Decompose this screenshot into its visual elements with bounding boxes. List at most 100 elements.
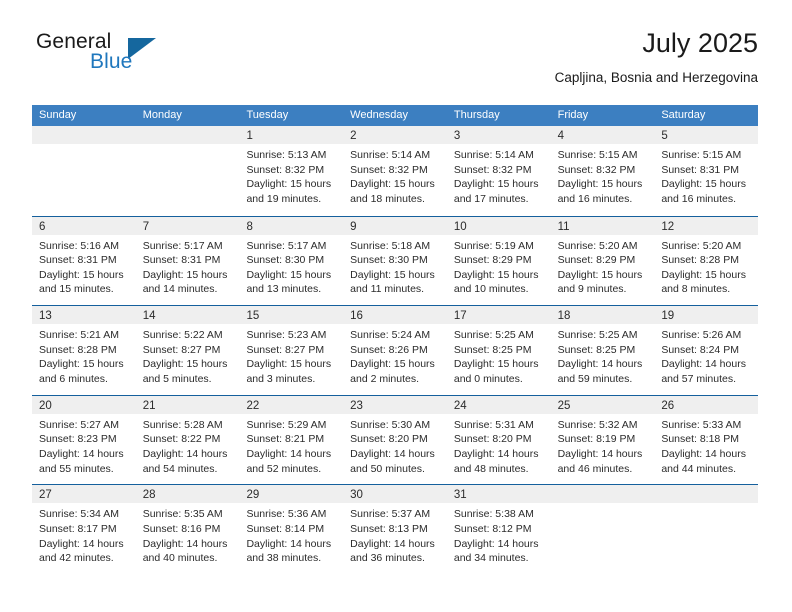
sunrise-text: Sunrise: 5:15 AM (557, 149, 638, 161)
day-number: 28 (142, 489, 156, 502)
day-number-strip: 27 (32, 485, 136, 504)
day-number-strip: 6 (32, 216, 136, 235)
day-number-strip (550, 485, 655, 504)
calendar-day-cell[interactable]: 12 Sunrise: 5:20 AM Sunset: 8:28 PM Dayligh… (654, 216, 759, 306)
sunset-text: Sunset: 8:21 PM (246, 433, 325, 446)
calendar-day-cell[interactable]: 9 Sunrise: 5:18 AM Sunset: 8:30 PM Daylight… (343, 216, 447, 306)
calendar-day-cell[interactable]: 21 Sunrise: 5:28 AM Sunset: 8:22 PM Dayligh… (135, 395, 240, 485)
daylight-text-line2: and 3 minutes. (246, 372, 316, 385)
sunrise-text: Sunrise: 5:20 AM (557, 239, 638, 252)
day-number-strip: 1 (239, 126, 344, 144)
weekday-header-sunday: Sunday (39, 109, 77, 121)
day-sun-info: Sunrise: 5:15 AM Sunset: 8:31 PM Daylight:… (654, 144, 758, 206)
sunset-text: Sunset: 8:26 PM (350, 343, 428, 356)
calendar-day-cell[interactable]: 23 Sunrise: 5:30 AM Sunset: 8:20 PM Dayligh… (343, 395, 447, 485)
calendar-day-cell-empty (135, 126, 240, 216)
general-blue-logo[interactable]: General Blue (32, 30, 232, 86)
calendar-day-cell[interactable]: 25 Sunrise: 5:32 AM Sunset: 8:19 PM Dayligh… (550, 395, 655, 485)
calendar-day-cell[interactable]: 22 Sunrise: 5:29 AM Sunset: 8:21 PM Dayligh… (239, 395, 344, 485)
sunset-text: Sunset: 8:30 PM (350, 254, 428, 267)
daylight-text-line2: and 2 minutes. (350, 372, 420, 385)
sunset-text: Sunset: 8:28 PM (661, 254, 739, 267)
calendar-day-cell[interactable]: 8 Sunrise: 5:17 AM Sunset: 8:30 PM Daylight… (239, 216, 344, 306)
calendar-day-cell[interactable]: 28 Sunrise: 5:35 AM Sunset: 8:16 PM Dayligh… (135, 485, 240, 574)
sunset-text: Sunset: 8:28 PM (39, 343, 117, 356)
day-number: 9 (350, 220, 357, 233)
calendar-day-cell[interactable]: 3 Sunrise: 5:14 AM Sunset: 8:32 PM Daylight… (446, 126, 551, 216)
day-number-strip: 25 (550, 395, 655, 414)
daylight-text-line2: and 6 minutes. (39, 372, 108, 385)
calendar-page: General Blue July 2025 Capljina, Bosnia … (0, 0, 792, 612)
daylight-text-line1: Daylight: 15 hours (661, 268, 746, 281)
title-block: July 2025 Capljina, Bosnia and Herzegovi… (555, 26, 758, 88)
calendar-weeks: 1 Sunrise: 5:13 AM Sunset: 8:32 PM Daylight… (32, 126, 759, 574)
daylight-text-line1: Daylight: 15 hours (142, 358, 228, 371)
day-number: 11 (557, 220, 570, 233)
day-number-strip: 23 (343, 395, 447, 414)
calendar-day-cell[interactable]: 4 Sunrise: 5:15 AM Sunset: 8:32 PM Daylight… (550, 126, 655, 216)
calendar-day-cell[interactable]: 30 Sunrise: 5:37 AM Sunset: 8:13 PM Dayligh… (343, 485, 447, 574)
sunrise-text: Sunrise: 5:20 AM (661, 239, 742, 252)
sunset-text: Sunset: 8:17 PM (39, 522, 117, 535)
day-number: 13 (39, 310, 52, 323)
calendar-day-cell[interactable]: 10 Sunrise: 5:19 AM Sunset: 8:29 PM Dayligh… (446, 216, 551, 306)
daylight-text-line2: and 15 minutes. (39, 283, 114, 296)
day-number: 10 (453, 220, 467, 233)
calendar-day-cell[interactable]: 13 Sunrise: 5:21 AM Sunset: 8:28 PM Dayligh… (32, 306, 136, 395)
daylight-text-line2: and 36 minutes. (350, 552, 425, 565)
calendar-day-cell[interactable]: 14 Sunrise: 5:22 AM Sunset: 8:27 PM Dayligh… (135, 306, 240, 395)
day-sun-info: Sunrise: 5:38 AM Sunset: 8:12 PM Daylight:… (447, 503, 551, 565)
calendar-day-cell[interactable]: 18 Sunrise: 5:25 AM Sunset: 8:25 PM Dayligh… (550, 306, 655, 395)
calendar-day-cell[interactable]: 5 Sunrise: 5:15 AM Sunset: 8:31 PM Daylight… (654, 126, 759, 216)
day-number: 24 (453, 399, 467, 412)
calendar-day-cell[interactable]: 1 Sunrise: 5:13 AM Sunset: 8:32 PM Daylight… (239, 126, 344, 216)
sunrise-text: Sunrise: 5:38 AM (453, 508, 534, 521)
sunrise-text: Sunrise: 5:34 AM (39, 508, 119, 521)
daylight-text-line1: Daylight: 14 hours (557, 358, 643, 371)
logo-text-blue: Blue (90, 50, 133, 73)
day-number-strip: 11 (550, 216, 655, 235)
daylight-text-line2: and 5 minutes. (142, 372, 212, 385)
day-sun-info: Sunrise: 5:34 AM Sunset: 8:17 PM Daylight:… (32, 503, 136, 565)
sunset-text: Sunset: 8:19 PM (557, 433, 636, 446)
day-number-strip: 17 (446, 306, 551, 325)
calendar-day-cell[interactable]: 15 Sunrise: 5:23 AM Sunset: 8:27 PM Dayligh… (239, 306, 344, 395)
daylight-text-line2: and 50 minutes. (350, 462, 425, 475)
calendar-day-cell[interactable]: 29 Sunrise: 5:36 AM Sunset: 8:14 PM Dayligh… (239, 485, 344, 574)
sunset-text: Sunset: 8:30 PM (246, 254, 325, 267)
calendar-day-cell[interactable]: 24 Sunrise: 5:31 AM Sunset: 8:20 PM Dayligh… (446, 395, 551, 485)
day-number: 23 (350, 399, 363, 412)
day-number-strip (135, 126, 240, 144)
calendar-day-cell[interactable]: 31 Sunrise: 5:38 AM Sunset: 8:12 PM Dayligh… (446, 485, 551, 574)
day-number: 16 (350, 310, 363, 323)
day-sun-info: Sunrise: 5:15 AM Sunset: 8:32 PM Daylight:… (551, 144, 655, 206)
calendar-day-cell[interactable]: 27 Sunrise: 5:34 AM Sunset: 8:17 PM Dayligh… (32, 485, 136, 574)
sunset-text: Sunset: 8:16 PM (142, 522, 221, 535)
sunset-text: Sunset: 8:29 PM (453, 254, 532, 267)
sunset-text: Sunset: 8:24 PM (661, 343, 739, 356)
daylight-text-line1: Daylight: 15 hours (453, 178, 539, 191)
day-number-strip: 13 (32, 306, 136, 325)
weekday-header-wednesday: Wednesday (350, 109, 409, 121)
day-number: 15 (246, 310, 260, 323)
calendar-day-cell[interactable]: 26 Sunrise: 5:33 AM Sunset: 8:18 PM Dayligh… (654, 395, 759, 485)
sunrise-text: Sunrise: 5:19 AM (453, 239, 534, 252)
daylight-text-line1: Daylight: 15 hours (350, 178, 435, 191)
day-sun-info: Sunrise: 5:16 AM Sunset: 8:31 PM Daylight:… (32, 235, 136, 297)
daylight-text-line1: Daylight: 15 hours (246, 268, 332, 281)
daylight-text-line2: and 54 minutes. (142, 462, 218, 475)
calendar-day-cell[interactable]: 17 Sunrise: 5:25 AM Sunset: 8:25 PM Dayligh… (446, 306, 551, 395)
day-number: 17 (453, 310, 467, 323)
calendar-day-cell[interactable]: 19 Sunrise: 5:26 AM Sunset: 8:24 PM Dayligh… (654, 306, 759, 395)
daylight-text-line1: Daylight: 15 hours (350, 358, 435, 371)
day-number-strip: 14 (135, 306, 240, 325)
day-sun-info: Sunrise: 5:23 AM Sunset: 8:27 PM Daylight:… (239, 324, 343, 386)
daylight-text-line1: Daylight: 15 hours (246, 358, 332, 371)
daylight-text-line2: and 14 minutes. (142, 283, 218, 296)
calendar-day-cell[interactable]: 2 Sunrise: 5:14 AM Sunset: 8:32 PM Daylight… (343, 126, 447, 216)
calendar-day-cell[interactable]: 16 Sunrise: 5:24 AM Sunset: 8:26 PM Dayligh… (343, 306, 447, 395)
calendar-day-cell[interactable]: 6 Sunrise: 5:16 AM Sunset: 8:31 PM Daylight… (32, 216, 136, 306)
calendar-day-cell[interactable]: 20 Sunrise: 5:27 AM Sunset: 8:23 PM Dayligh… (32, 395, 136, 485)
calendar-day-cell[interactable]: 11 Sunrise: 5:20 AM Sunset: 8:29 PM Dayligh… (550, 216, 655, 306)
calendar-day-cell[interactable]: 7 Sunrise: 5:17 AM Sunset: 8:31 PM Daylight… (135, 216, 240, 306)
